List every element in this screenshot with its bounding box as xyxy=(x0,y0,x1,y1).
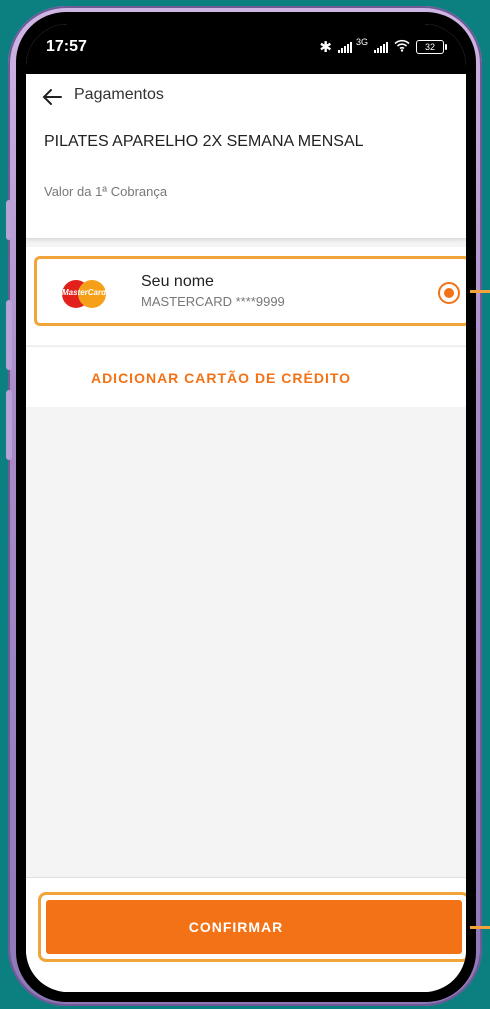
confirm-button-label: CONFIRMAR xyxy=(188,919,284,935)
power-button xyxy=(6,390,12,460)
mastercard-logo-icon: MasterCard xyxy=(62,280,106,308)
status-icons: ✱ 3G 32 xyxy=(319,37,447,56)
page-title: Pagamentos xyxy=(74,86,164,103)
add-credit-card-label: ADICIONAR CARTÃO DE CRÉDITO xyxy=(90,370,352,386)
wifi-icon xyxy=(394,39,410,56)
plan-name: PILATES APARELHO 2X SEMANA MENSAL xyxy=(44,133,364,150)
network-type-label: 3G xyxy=(355,37,368,47)
credit-card-item[interactable]: MasterCard Seu nome MASTERCARD ****9999 xyxy=(26,247,466,345)
payment-header: Pagamentos PILATES APARELHO 2X SEMANA ME… xyxy=(26,74,466,239)
first-charge-label: Valor da 1ª Cobrança xyxy=(44,184,168,199)
card-select-radio[interactable] xyxy=(438,282,460,304)
card-holder-name: Seu nome xyxy=(141,273,214,290)
empty-content-area xyxy=(26,407,466,877)
arrow-left-icon-svg xyxy=(42,88,62,105)
confirm-button[interactable]: CONFIRMAR xyxy=(46,900,462,954)
signal-strength-icon-2 xyxy=(374,41,388,53)
arrow-left-icon[interactable] xyxy=(36,80,68,112)
bluetooth-icon: ✱ xyxy=(319,39,332,56)
confirm-callout-line xyxy=(470,926,490,929)
phone-screen: 17:57 ✱ 3G 32 Pagamentos PILATES APARELH… xyxy=(26,24,466,992)
footer-bar: CONFIRMAR xyxy=(26,877,466,992)
signal-strength-icon xyxy=(337,41,352,53)
status-bar: 17:57 ✱ 3G 32 xyxy=(26,24,466,74)
add-credit-card-button[interactable]: ADICIONAR CARTÃO DE CRÉDITO xyxy=(26,346,466,408)
status-time: 17:57 xyxy=(46,38,87,55)
volume-down-button xyxy=(6,300,12,370)
mastercard-logo-text: MasterCard xyxy=(61,288,106,297)
wifi-icon-svg xyxy=(394,39,410,52)
battery-icon: 32 xyxy=(416,40,447,54)
card-masked-number: MASTERCARD ****9999 xyxy=(141,294,285,309)
volume-up-button xyxy=(6,200,12,240)
card-callout-line xyxy=(470,290,490,293)
